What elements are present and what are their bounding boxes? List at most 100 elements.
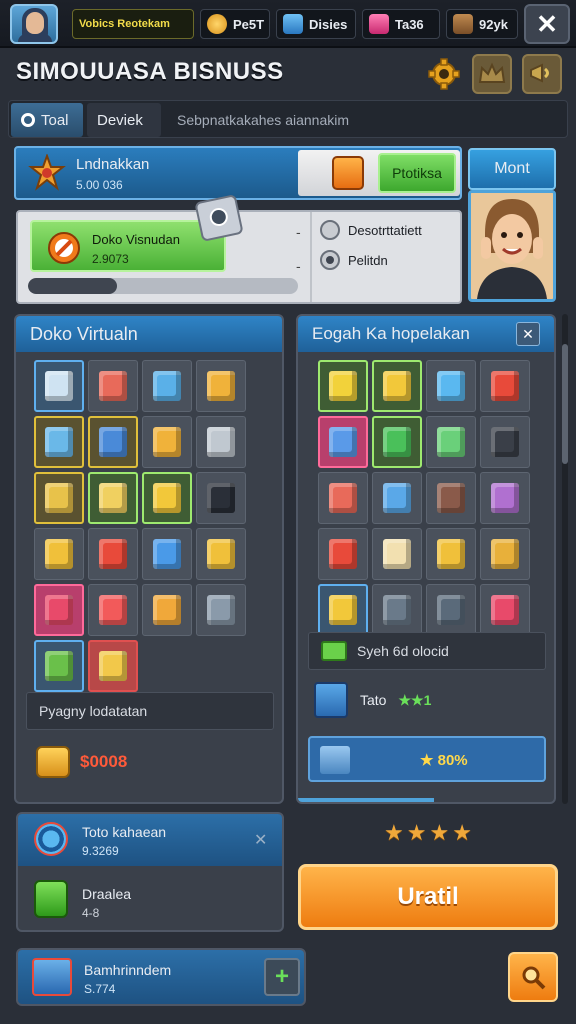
inventory-slot[interactable] [426, 584, 476, 636]
inventory-slot[interactable] [34, 640, 84, 692]
summary-value: 5.00 036 [76, 178, 123, 192]
inventory-slot[interactable] [372, 472, 422, 524]
shop-item-icon [329, 595, 357, 625]
scrollbar[interactable] [562, 314, 568, 804]
panel-title: Eogah Ka hopelakan [312, 324, 470, 343]
box-icon [320, 746, 350, 774]
inventory-slot[interactable] [88, 472, 138, 524]
inventory-slot[interactable] [88, 416, 138, 468]
progress-title: Doko Visnudan [92, 232, 180, 247]
inventory-slot[interactable] [426, 360, 476, 412]
inventory-slot[interactable] [318, 416, 368, 468]
add-button[interactable]: + [264, 958, 300, 996]
resource-label: Ta36 [395, 16, 424, 32]
star-icon: ★ [406, 820, 427, 845]
option-1[interactable]: Desotrttatiett [320, 220, 422, 240]
expansion-card[interactable]: Bamhrinndem S.774 + [16, 948, 306, 1006]
inventory-slot[interactable] [480, 360, 530, 412]
inventory-slot[interactable] [480, 528, 530, 580]
orange-chip-icon [332, 156, 364, 190]
tab-toal[interactable]: Toal [11, 103, 83, 137]
inventory-slot[interactable] [426, 472, 476, 524]
card-close-button[interactable]: ✕ [254, 830, 267, 850]
settings-button[interactable] [424, 54, 464, 94]
resource-chip-ribbon[interactable]: Vobics Reotekam [72, 9, 194, 39]
inventory-slot[interactable] [426, 416, 476, 468]
stats-card: Toto kahaean 9.3269 ✕ Draalea 4-8 [16, 812, 284, 932]
progress-row[interactable]: ★ 80% [308, 736, 546, 782]
inventory-slot[interactable] [34, 360, 84, 412]
inventory-slot[interactable] [34, 584, 84, 636]
scroll-thumb[interactable] [562, 344, 568, 464]
inventory-slot[interactable] [34, 472, 84, 524]
megaphone-button[interactable] [522, 54, 562, 94]
inventory-slot[interactable] [318, 528, 368, 580]
inventory-slot[interactable] [196, 584, 246, 636]
tab-search-hint[interactable]: Sebpnatkakahes aiannakim [167, 103, 427, 137]
button-label: Mont [494, 160, 530, 177]
shop-item-icon [329, 427, 357, 457]
card-value: S.774 [84, 982, 116, 996]
inventory-slot[interactable] [196, 472, 246, 524]
resource-chip-barrels[interactable]: 92yk [446, 9, 518, 39]
option-label: Desotrttatiett [348, 222, 422, 238]
crown-button[interactable] [472, 54, 512, 94]
inventory-slot[interactable] [34, 416, 84, 468]
panel-close-button[interactable]: ✕ [516, 322, 540, 346]
shop-item-icon [99, 539, 127, 569]
inventory-slot[interactable] [88, 528, 138, 580]
inventory-slot[interactable] [88, 360, 138, 412]
inventory-slot[interactable] [372, 528, 422, 580]
inventory-slot[interactable] [480, 584, 530, 636]
shop-item-icon [153, 371, 181, 401]
inventory-slot[interactable] [318, 584, 368, 636]
menu-button[interactable]: Mont [468, 148, 556, 190]
search-button[interactable] [508, 952, 558, 1002]
inventory-slot[interactable] [34, 528, 84, 580]
inventory-slot[interactable] [88, 584, 138, 636]
inventory-slot[interactable] [88, 640, 138, 692]
inventory-slot[interactable] [142, 416, 192, 468]
list-row-2[interactable]: Tato ★★1 [314, 682, 431, 718]
badge-icon [28, 154, 66, 191]
inventory-slot[interactable] [142, 584, 192, 636]
player-avatar[interactable] [10, 4, 58, 44]
megaphone-icon [530, 63, 549, 83]
summary-confirm-button[interactable]: Ptotiksa [378, 153, 456, 193]
tab-deviek[interactable]: Deviek [87, 103, 161, 137]
inventory-slot[interactable] [372, 416, 422, 468]
shop-item-icon [491, 483, 519, 513]
shop-item-icon [329, 371, 357, 401]
resource-label: 92yk [479, 16, 508, 32]
lock-icon [34, 880, 68, 918]
inventory-slot[interactable] [196, 416, 246, 468]
resource-chip-crates[interactable]: Disies [276, 9, 356, 39]
inventory-slot[interactable] [142, 528, 192, 580]
machine-icon [314, 682, 348, 718]
resource-chip-coins[interactable]: Pe5T [200, 9, 270, 39]
radio-selected-icon [320, 250, 340, 270]
inventory-slot[interactable] [318, 472, 368, 524]
inventory-slot[interactable] [196, 528, 246, 580]
primary-action-button[interactable]: Uratil [298, 864, 558, 930]
inventory-slot[interactable] [480, 472, 530, 524]
inventory-slot[interactable] [426, 528, 476, 580]
inventory-slot[interactable] [318, 360, 368, 412]
inventory-slot[interactable] [372, 360, 422, 412]
progress-panel: Doko Visnudan 2.9073 - - Desotrttatiett … [16, 194, 462, 304]
panel-header: Doko Virtualn [16, 316, 282, 352]
row-stars: ★★1 [398, 691, 432, 708]
divider-mark: - [296, 224, 301, 240]
option-2[interactable]: Pelitdn [320, 250, 388, 270]
close-button[interactable]: ✕ [524, 4, 570, 44]
list-row-1[interactable]: Syeh 6d olocid [308, 632, 546, 670]
search-strip[interactable]: Pyagny lodatatan [26, 692, 274, 730]
inventory-slot[interactable] [142, 472, 192, 524]
inventory-slot[interactable] [196, 360, 246, 412]
inventory-slot[interactable] [142, 360, 192, 412]
card-title: Draalea [82, 886, 132, 902]
inventory-slot[interactable] [480, 416, 530, 468]
card-value: 9.3269 [82, 844, 119, 858]
resource-chip-boxes[interactable]: Ta36 [362, 9, 440, 39]
inventory-slot[interactable] [372, 584, 422, 636]
